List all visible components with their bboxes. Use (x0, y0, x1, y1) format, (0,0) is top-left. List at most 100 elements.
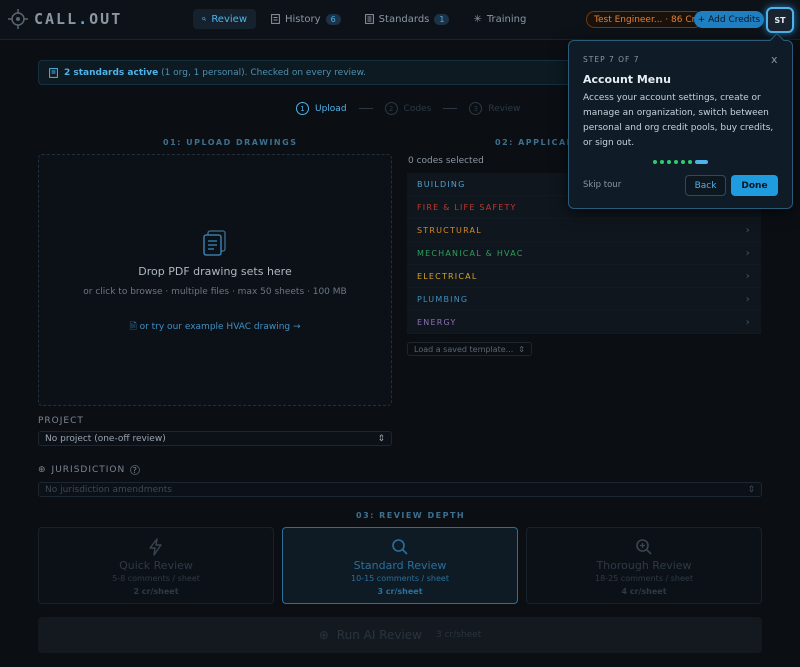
depth-card-standard[interactable]: Standard Review 10-15 comments / sheet 3… (282, 527, 518, 604)
nav-history-label: History (285, 13, 321, 25)
help-icon[interactable]: ? (130, 465, 141, 475)
progress-dot (688, 160, 692, 164)
depth-cost: 2 cr/sheet (133, 587, 179, 596)
zoom-plus-icon (636, 539, 652, 555)
chevron-right-icon: › (745, 224, 751, 236)
progress-dot (674, 160, 678, 164)
code-category-row[interactable]: MECHANICAL & HVAC › (407, 242, 761, 265)
code-category-row[interactable]: ENERGY › (407, 311, 761, 334)
nav-standards-label: Standards (378, 13, 430, 25)
add-credits-button[interactable]: + Add Credits (694, 11, 764, 28)
depth-sub: 10-15 comments / sheet (351, 574, 449, 583)
jurisdiction-label: JURISDICTION (51, 465, 126, 475)
tour-step-indicator: STEP 7 OF 7 (583, 55, 640, 64)
depth-cost: 3 cr/sheet (377, 587, 423, 596)
history-count-badge: 6 (325, 13, 341, 25)
depth-sub: 5-8 comments / sheet (112, 574, 200, 583)
run-cost: 3 cr/sheet (436, 630, 482, 640)
dropzone-title: Drop PDF drawing sets here (138, 265, 292, 278)
nav-history[interactable]: History 6 (262, 9, 350, 29)
step-review: 3 Review (469, 102, 520, 115)
book-icon (364, 14, 374, 24)
upload-section-title: 01: UPLOAD DRAWINGS (163, 138, 298, 147)
depth-name: Quick Review (119, 559, 193, 572)
code-category-label: ENERGY (417, 317, 457, 327)
step-codes: 2 Codes (384, 102, 431, 115)
step-connector (358, 108, 373, 109)
depth-section-title: 03: REVIEW DEPTH (356, 511, 466, 520)
globe-icon: ⊕ (38, 465, 47, 475)
chevron-right-icon: › (745, 293, 751, 305)
step-number: 2 (384, 102, 398, 115)
tour-popover: STEP 7 OF 7 x Account Menu Access your a… (568, 32, 793, 209)
codes-selected-count: 0 codes selected (408, 156, 484, 166)
tour-title: Account Menu (583, 73, 671, 86)
nav-review-label: Review (211, 13, 247, 25)
project-select[interactable]: No project (one-off review) ⇕ (38, 431, 392, 446)
nav-training[interactable]: ✳ Training (464, 9, 535, 29)
jurisdiction-label-row: ⊕ JURISDICTION ? (38, 465, 141, 475)
chevron-updown-icon: ⇕ (518, 344, 525, 354)
run-ai-review-button[interactable]: ⊕ Run AI Review 3 cr/sheet (38, 617, 762, 653)
progress-stepper: 1 Upload 2 Codes 3 Review (296, 102, 520, 115)
progress-dot-current (695, 160, 708, 164)
depth-card-quick[interactable]: Quick Review 5-8 comments / sheet 2 cr/s… (38, 527, 274, 604)
skip-tour-link[interactable]: Skip tour (583, 180, 621, 190)
nav-training-label: Training (486, 13, 527, 25)
banner-text: 2 standards active (1 org, 1 personal). … (64, 67, 366, 78)
step-connector (443, 108, 458, 109)
depth-card-thorough[interactable]: Thorough Review 18-25 comments / sheet 4… (526, 527, 762, 604)
depth-name: Standard Review (353, 559, 447, 572)
target-icon: ⊕ (318, 628, 329, 642)
main-nav: Review History 6 Standards 1 ✳ Training (193, 9, 535, 29)
code-category-label: ELECTRICAL (417, 271, 478, 281)
project-label: PROJECT (38, 416, 84, 426)
tour-progress-dots (653, 160, 708, 164)
account-avatar-button[interactable]: ST (766, 7, 794, 33)
depth-cost: 4 cr/sheet (621, 587, 667, 596)
step-label: Review (488, 103, 521, 114)
code-category-label: PLUMBING (417, 294, 469, 304)
progress-dot (660, 160, 664, 164)
documents-icon (203, 230, 226, 256)
pdf-dropzone[interactable]: Drop PDF drawing sets here or click to b… (38, 154, 392, 406)
step-label: Upload (315, 103, 347, 114)
project-value: No project (one-off review) (45, 433, 166, 444)
jurisdiction-select[interactable]: No jurisdiction amendments ⇕ (38, 482, 762, 497)
progress-dot (667, 160, 671, 164)
bolt-icon (149, 538, 162, 556)
book-icon (49, 67, 58, 78)
code-category-row[interactable]: ELECTRICAL › (407, 265, 761, 288)
top-bar: CALL.OUT Review History 6 Standards 1 ✳ … (0, 0, 800, 40)
progress-dot (681, 160, 685, 164)
tour-done-button[interactable]: Done (731, 175, 778, 196)
search-icon (202, 17, 207, 21)
jurisdiction-value: No jurisdiction amendments (45, 484, 172, 495)
dropzone-subtitle: or click to browse · multiple files · ma… (83, 287, 347, 297)
logo[interactable]: CALL.OUT (8, 9, 122, 29)
chevron-updown-icon: ⇕ (747, 484, 755, 495)
run-label: Run AI Review (336, 628, 422, 642)
example-drawing-link[interactable]: 🗎 or try our example HVAC drawing → (39, 319, 391, 335)
tour-body: Access your account settings, create or … (583, 93, 774, 148)
step-number: 1 (296, 102, 309, 115)
search-icon (392, 539, 408, 555)
nav-standards[interactable]: Standards 1 (356, 9, 459, 29)
saved-template-select[interactable]: Load a saved template... ⇕ (407, 342, 532, 356)
code-category-row[interactable]: STRUCTURAL › (407, 219, 761, 242)
document-icon (271, 14, 280, 24)
depth-sub: 18-25 comments / sheet (595, 574, 693, 583)
standards-count-badge: 1 (434, 13, 450, 25)
nav-review[interactable]: Review (193, 9, 256, 29)
step-upload: 1 Upload (296, 102, 347, 115)
depth-name: Thorough Review (596, 559, 692, 572)
code-category-label: STRUCTURAL (417, 225, 482, 235)
code-category-row[interactable]: PLUMBING › (407, 288, 761, 311)
close-icon[interactable]: x (771, 53, 778, 66)
tour-back-button[interactable]: Back (685, 175, 726, 196)
code-category-label: FIRE & LIFE SAFETY (417, 202, 517, 212)
credit-balance-pill[interactable]: Test Engineer... · 86 Cr (586, 11, 704, 28)
code-category-label: MECHANICAL & HVAC (417, 248, 524, 258)
chevron-right-icon: › (745, 247, 751, 259)
sparkle-icon: ✳ (473, 13, 482, 25)
